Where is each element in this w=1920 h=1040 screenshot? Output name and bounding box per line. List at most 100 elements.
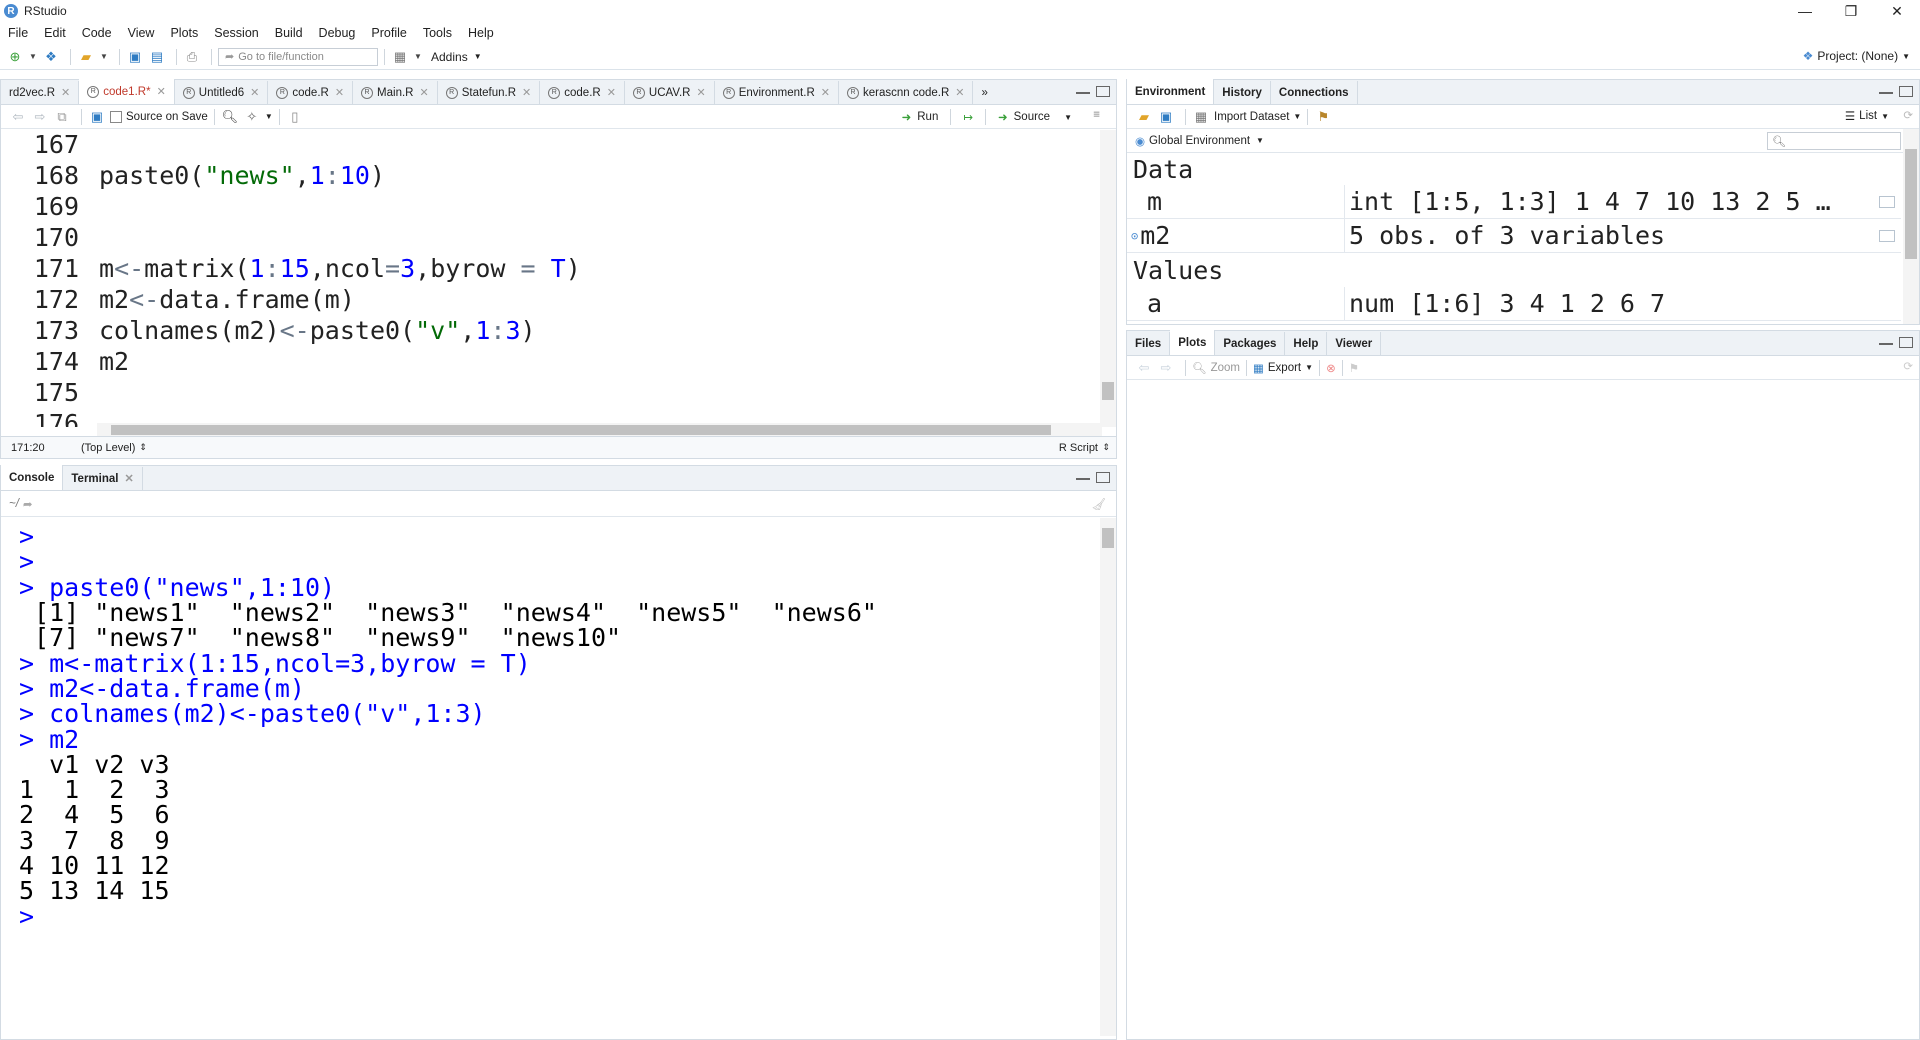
notebook-icon[interactable]: ▯ (286, 108, 304, 126)
show-in-window-icon[interactable]: ⧉ (53, 108, 71, 126)
minimize-pane-icon[interactable] (1076, 86, 1090, 94)
close-icon[interactable]: ✕ (419, 86, 428, 99)
tab-ucav[interactable]: R UCAV.R ✕ (625, 81, 715, 104)
close-icon[interactable]: ✕ (821, 86, 830, 99)
tab-environment[interactable]: Environment (1127, 79, 1215, 104)
search-icon[interactable]: 🔍︎ (221, 108, 239, 126)
forward-arrow-icon[interactable]: ⇨ (1157, 359, 1175, 377)
tab-statefun[interactable]: R Statefun.R ✕ (438, 81, 541, 104)
menu-build[interactable]: Build (275, 26, 303, 40)
tab-plots[interactable]: Plots (1170, 330, 1216, 355)
save-all-icon[interactable]: ▤ (148, 48, 166, 66)
save-icon[interactable]: ▣ (1157, 108, 1175, 126)
open-folder-icon[interactable]: ▰ (77, 48, 95, 66)
code-line[interactable]: 172 m2<-data.frame(m) (1, 284, 355, 315)
tab-terminal[interactable]: Terminal ✕ (63, 467, 143, 490)
chevron-updown-icon[interactable]: ⇕ (1102, 442, 1110, 453)
view-data-icon[interactable] (1879, 229, 1895, 242)
maximize-pane-icon[interactable] (1096, 472, 1110, 483)
magic-wand-icon[interactable]: ✧ (243, 108, 261, 126)
menu-session[interactable]: Session (214, 26, 258, 40)
more-tabs-button[interactable]: » (973, 81, 995, 104)
rerun-icon[interactable]: ↦ (963, 110, 973, 124)
close-icon[interactable]: ✕ (61, 86, 70, 99)
maximize-pane-icon[interactable] (1899, 337, 1913, 348)
env-row-a[interactable]: a num [1:6] 3 4 1 2 6 7 (1127, 287, 1901, 321)
file-type-selector[interactable]: R Script (1059, 442, 1098, 454)
minimize-button[interactable]: — (1782, 0, 1828, 22)
refresh-icon[interactable]: ⟳ (1903, 108, 1913, 122)
chevron-updown-icon[interactable]: ⇕ (139, 442, 147, 453)
console-output[interactable]: > > > paste0("news",1:10) [1] "news1" "new… (1, 518, 1101, 1036)
tab-rd2vec[interactable]: rd2vec.R ✕ (1, 81, 80, 104)
run-button[interactable]: Run (917, 111, 938, 123)
editor-horizontal-scrollbar[interactable] (97, 423, 1102, 437)
print-icon[interactable]: ⎙ (183, 48, 201, 66)
code-line[interactable]: 173 colnames(m2)<-paste0("v",1:3) (1, 315, 536, 346)
tab-files[interactable]: Files (1127, 332, 1171, 355)
scrollbar-thumb[interactable] (1102, 382, 1114, 400)
code-editor[interactable]: 167 168 paste0("news",1:10) 169 170 171 m<-mat… (1, 130, 1101, 427)
view-data-icon[interactable] (1879, 195, 1895, 208)
new-file-icon[interactable]: ⊕ (6, 48, 24, 66)
export-button[interactable]: Export (1268, 362, 1301, 374)
menu-edit[interactable]: Edit (44, 26, 66, 40)
project-menu[interactable]: ❖ Project: (None) ▼ (1803, 49, 1910, 63)
code-line[interactable]: 176 (1, 408, 99, 427)
editor-vertical-scrollbar[interactable] (1100, 130, 1116, 427)
tab-code[interactable]: Rcode.R ✕ (268, 81, 354, 104)
close-icon[interactable]: ✕ (250, 86, 259, 99)
tab-untitled6[interactable]: R Untitled6 ✕ (175, 81, 269, 104)
tab-connections[interactable]: Connections (1271, 81, 1358, 104)
minimize-pane-icon[interactable] (1879, 337, 1893, 345)
back-arrow-icon[interactable]: ⇦ (1135, 359, 1153, 377)
close-icon[interactable]: ✕ (955, 86, 964, 99)
menu-tools[interactable]: Tools (423, 26, 452, 40)
chevron-down-icon[interactable]: ▼ (1064, 113, 1072, 122)
close-icon[interactable]: ✕ (522, 86, 531, 99)
save-icon[interactable]: ▣ (88, 108, 106, 126)
close-icon[interactable]: ✕ (157, 85, 166, 98)
forward-arrow-icon[interactable]: ⇨ (31, 108, 49, 126)
chevron-down-icon[interactable]: ▼ (1305, 363, 1313, 372)
chevron-down-icon[interactable]: ▼ (474, 52, 482, 61)
scope-selector[interactable]: (Top Level) (81, 442, 135, 454)
clear-console-icon[interactable]: 🧹︎ (1091, 497, 1106, 511)
chevron-down-icon[interactable]: ▼ (28, 48, 38, 66)
broom-icon[interactable]: ⚑ (1349, 361, 1359, 375)
code-line[interactable]: 171 m<-matrix(1:15,ncol=3,byrow = T) (1, 253, 581, 284)
chevron-down-icon[interactable]: ▼ (1256, 136, 1264, 145)
zoom-button[interactable]: Zoom (1211, 362, 1240, 374)
menu-help[interactable]: Help (468, 26, 494, 40)
new-project-icon[interactable]: ❖ (42, 48, 60, 66)
minimize-pane-icon[interactable] (1879, 86, 1893, 94)
source-button[interactable]: Source (1014, 111, 1050, 123)
close-icon[interactable]: ✕ (607, 86, 616, 99)
menu-view[interactable]: View (128, 26, 155, 40)
goto-file-input[interactable]: ➦ Go to file/function (218, 47, 378, 66)
env-row-m2[interactable]: ⊙ m2 5 obs. of 3 variables (1127, 219, 1901, 253)
close-icon[interactable]: ✕ (696, 86, 705, 99)
remove-plot-icon[interactable]: ⊗ (1326, 361, 1336, 375)
open-folder-icon[interactable]: ▰ (1135, 108, 1153, 126)
tab-environment-r[interactable]: R Environment.R ✕ (715, 81, 839, 104)
maximize-pane-icon[interactable] (1096, 86, 1110, 97)
broom-icon[interactable]: ⚑ (1314, 108, 1332, 126)
maximize-pane-icon[interactable] (1899, 86, 1913, 97)
console-vertical-scrollbar[interactable] (1100, 518, 1116, 1036)
environment-vertical-scrollbar[interactable] (1903, 129, 1919, 324)
tab-viewer[interactable]: Viewer (1327, 332, 1382, 355)
code-line[interactable]: 174 m2 (1, 346, 129, 377)
tab-main[interactable]: R Main.R ✕ (353, 81, 438, 104)
code-line[interactable]: 168 paste0("news",1:10) (1, 160, 385, 191)
close-icon[interactable]: ✕ (335, 86, 344, 99)
chevron-down-icon[interactable]: ▼ (1293, 112, 1301, 121)
environment-search-input[interactable]: 🔍︎ (1767, 132, 1901, 150)
tab-code-2[interactable]: Rcode.R ✕ (540, 81, 625, 104)
restore-button[interactable]: ❐ (1828, 0, 1874, 22)
menu-plots[interactable]: Plots (170, 26, 198, 40)
code-line[interactable]: 170 (1, 222, 99, 253)
import-dataset-button[interactable]: Import Dataset (1214, 111, 1289, 123)
tab-packages[interactable]: Packages (1215, 332, 1286, 355)
tab-history[interactable]: History (1214, 81, 1271, 104)
